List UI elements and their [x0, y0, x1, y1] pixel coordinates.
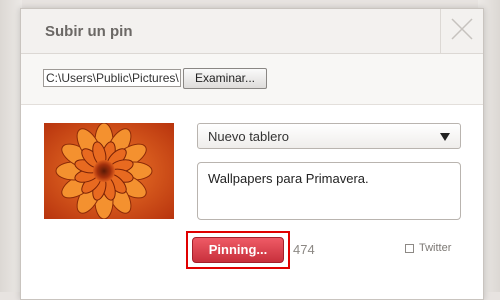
browse-button[interactable]: Examinar...: [183, 68, 267, 89]
twitter-share-option[interactable]: Twitter: [405, 242, 451, 254]
pin-thumbnail: [44, 123, 174, 219]
character-count: 474: [293, 242, 315, 257]
board-select[interactable]: Nuevo tablero: [197, 123, 461, 149]
chevron-down-icon: [440, 133, 450, 141]
dialog-header: Subir un pin: [21, 9, 483, 54]
file-upload-row: C:\Users\Public\Pictures\ Examinar...: [21, 54, 483, 105]
close-icon: [450, 17, 474, 46]
twitter-checkbox[interactable]: [405, 243, 414, 253]
upload-pin-dialog: Subir un pin C:\Users\Public\Pictures\ E…: [20, 8, 484, 300]
file-path-input[interactable]: C:\Users\Public\Pictures\: [43, 69, 181, 87]
dialog-title: Subir un pin: [45, 23, 133, 40]
orange-flower-image: [44, 123, 174, 219]
pin-it-button[interactable]: Pinning...: [192, 237, 284, 263]
twitter-label: Twitter: [419, 242, 452, 254]
backdrop-left: [0, 0, 22, 292]
board-select-value: Nuevo tablero: [208, 129, 289, 144]
close-button[interactable]: [440, 9, 483, 53]
description-field[interactable]: Wallpapers para Primavera.: [197, 162, 461, 220]
